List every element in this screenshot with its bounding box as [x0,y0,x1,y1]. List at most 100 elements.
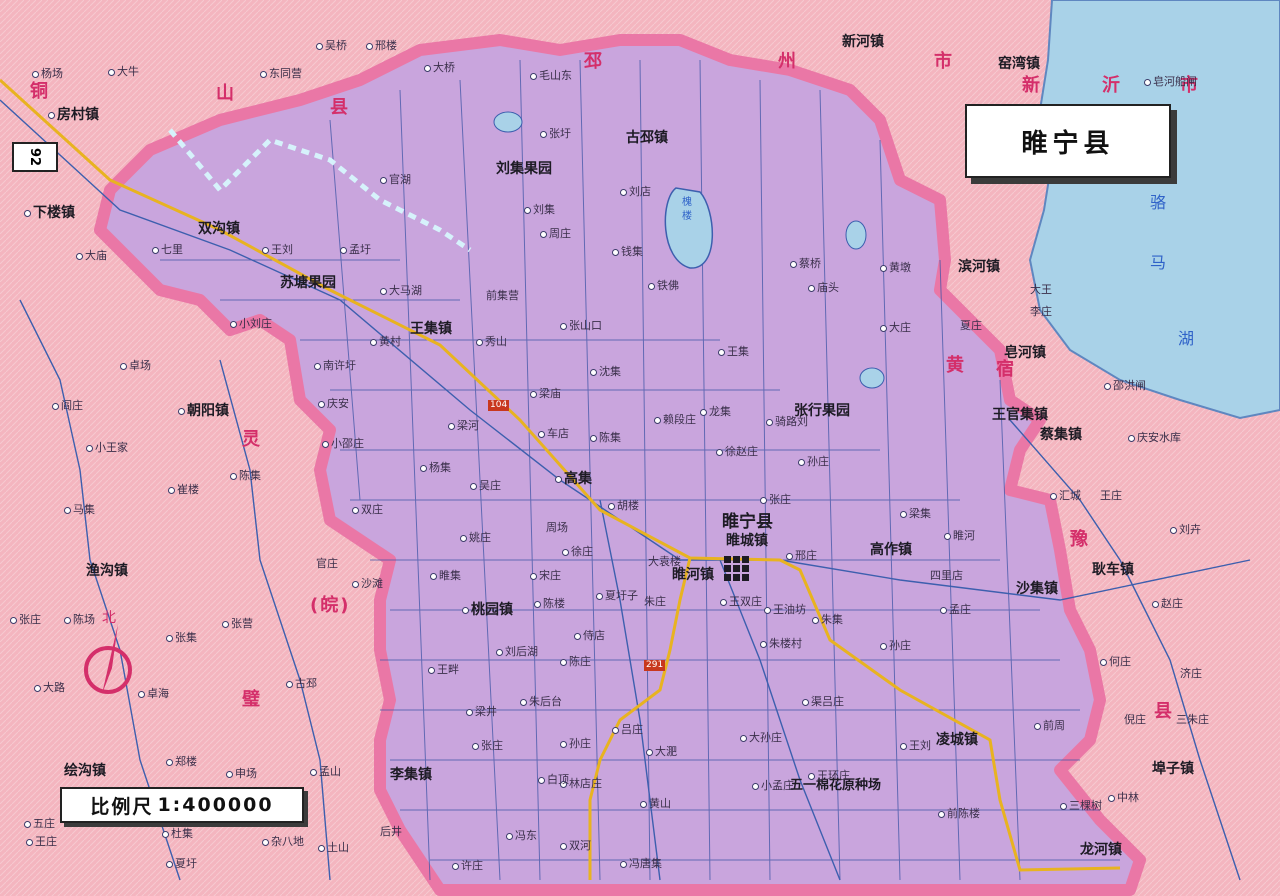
scale-label: 比例尺 [90,795,154,818]
town-label: 王集镇 [410,321,452,337]
place-label: 前周 [1034,720,1065,732]
place-label: 梁井 [466,706,497,718]
place-label: 张山口 [560,320,602,332]
county-map: 睢宁县 比例尺 1:400000 92 104 291 北 铜 山 县 邳 州 … [0,0,1280,896]
region-label: 璧 [242,689,262,710]
place-label: 黄山 [640,798,671,810]
place-label: 七里 [152,244,183,256]
place-label: 徐赵庄 [716,446,758,458]
place-label: 王畔 [428,664,459,676]
place-label: 睢集 [430,570,461,582]
map-title: 睢宁县 [965,104,1171,178]
place-label: 孟山 [310,766,341,778]
place-label: 陈集 [230,470,261,482]
town-label: 滨河镇 [958,259,1000,275]
place-label: 张庄 [760,494,791,506]
place-label: 申场 [226,768,257,780]
place-label: 骑路刘 [766,416,808,428]
place-label: 后井 [380,825,402,838]
place-label: 大路 [34,682,65,694]
region-label: 邳 [584,51,604,72]
place-label: 大孙庄 [740,732,782,744]
town-label: 刘集果园 [496,161,552,177]
place-label: 刘集 [524,204,555,216]
region-label: 豫 [1070,529,1090,550]
place-label: 庆安水库 [1128,432,1181,444]
place-label: 阎庄 [52,400,83,412]
place-label: 官湖 [380,174,411,186]
place-label: 何庄 [1100,656,1131,668]
place-label: 胡楼 [608,500,639,512]
place-label: 三棵树 [1060,800,1102,812]
place-label: 白顶 [538,774,569,786]
town-label: 窑湾镇 [998,56,1040,72]
place-label: 宋庄 [530,570,561,582]
place-label: 渠吕庄 [802,696,844,708]
place-label: 大王 [1030,283,1052,296]
place-label: 孙庄 [560,738,591,750]
place-label: 双庄 [352,504,383,516]
lake-label: 马 [1150,253,1167,272]
place-label: 朱庄 [644,595,666,608]
town-label: 埠子镇 [1152,761,1194,777]
town-label: 苏塘果园 [280,275,336,291]
place-label: 官庄 [316,557,338,570]
place-label: 夏圩子 [596,590,638,602]
place-label: 庙头 [808,282,839,294]
region-label: 黄 [946,355,966,376]
place-label: 王环庄 [808,770,850,782]
place-label: 大牛 [108,66,139,78]
place-label: 秀山 [476,336,507,348]
place-label: 倪庄 [1124,713,1146,726]
place-label: 朱后台 [520,696,562,708]
scale-value: 1:400000 [157,794,274,816]
town-label: 房村镇 [48,108,99,123]
place-label: 大马湖 [380,285,422,297]
place-label: 张庄 [472,740,503,752]
place-label: 东同营 [260,68,302,80]
place-label: 古邳 [286,678,317,690]
place-label: 前陈楼 [938,808,980,820]
place-label: 毛山东 [530,70,572,82]
place-label: 杨场 [32,68,63,80]
place-label: 济庄 [1180,667,1202,680]
place-label: 卓场 [120,360,151,372]
place-label: 梁庙 [530,388,561,400]
town-label: 双沟镇 [198,221,240,237]
place-label: 杨集 [420,462,451,474]
place-label: 朱集 [812,614,843,626]
town-label: 蔡集镇 [1040,427,1082,443]
town-label: 耿车镇 [1092,562,1134,578]
town-label: 下楼镇 [24,206,75,221]
place-label: 王集 [718,346,749,358]
town-label: 高作镇 [870,542,912,558]
place-label: 邢楼 [366,40,397,52]
place-label: 庆安 [318,398,349,410]
region-label: 新 [1022,75,1042,96]
place-label: 陈庄 [560,656,591,668]
place-label: 杂八地 [262,836,304,848]
route-shield: 92 [12,142,58,172]
place-label: 五庄 [24,818,55,830]
region-label: 沂 [1102,75,1122,96]
place-label: 四里店 [930,569,963,582]
place-label: 孟圩 [340,244,371,256]
place-label: 周场 [546,521,568,534]
place-label: 汇城 [1050,490,1081,502]
place-label: 双河 [560,840,591,852]
place-label: 张营 [222,618,253,630]
place-label: 王刘 [262,244,293,256]
town-label: 睢河镇 [672,567,714,583]
place-label: 刘店 [620,186,651,198]
place-label: 孙庄 [798,456,829,468]
place-label: 赖段庄 [654,414,696,426]
place-label: 冯唐集 [620,858,662,870]
county-seat-town: 睢城镇 [726,533,768,549]
town-label: 桃园镇 [462,603,513,618]
town-label: 古邳镇 [626,130,668,146]
region-label: 县 [330,97,350,118]
town-label: 王官集镇 [992,407,1048,423]
place-label: 陈场 [64,614,95,626]
lake-label: 骆 [1150,193,1167,212]
place-label: 大庄 [880,322,911,334]
